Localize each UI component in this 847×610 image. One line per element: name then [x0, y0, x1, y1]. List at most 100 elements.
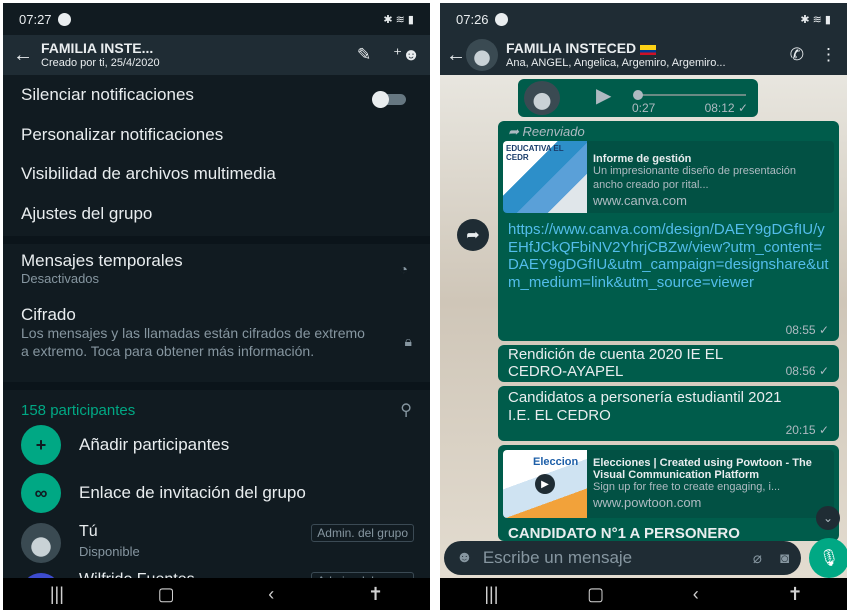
play-icon[interactable]: ▶ [596, 83, 611, 108]
add-participant-icon[interactable]: ⁺☻ [393, 45, 420, 65]
group-settings-row[interactable]: Ajustes del grupo [3, 204, 430, 224]
back-nav-icon[interactable]: ‹ [693, 584, 699, 605]
media-visibility-label: Visibilidad de archivos multimedia [21, 164, 276, 183]
group-info-screen: 07:27 ✱ ≋ ▮ ← FAMILIA INSTE... Creado po… [3, 3, 430, 610]
disappearing-messages-row[interactable]: Mensajes temporales Desactivados ◔ [3, 251, 430, 287]
video-play-icon[interactable]: ▶ [535, 474, 555, 494]
admin-badge: Admin. del grupo [311, 524, 414, 542]
custom-notifications-row[interactable]: Personalizar notificaciones [3, 125, 430, 145]
system-icons: ✱ ≋ ▮ [383, 13, 414, 26]
preview-thumbnail: Eleccion ▶ [503, 450, 587, 518]
chat-screen: 07:26 ✱ ≋ ▮ ← FAMILIA INSTECED Ana, ANGE… [440, 3, 847, 610]
add-participants-label: Añadir participantes [79, 435, 230, 454]
timer-icon: ◔ [399, 261, 408, 277]
preview-desc: Un impresionante diseño de presentación … [593, 165, 797, 191]
media-visibility-row[interactable]: Visibilidad de archivos multimedia [3, 164, 430, 184]
preview-text: Elecciones | Created using Powtoon - The… [593, 457, 828, 510]
message-text: Candidatos a personería estudiantil 2021… [508, 389, 782, 424]
recent-apps-icon[interactable]: ||| [50, 584, 64, 605]
back-nav-icon[interactable]: ‹ [268, 584, 274, 605]
scroll-down-icon[interactable]: ⌄ [816, 506, 840, 530]
group-title-block: FAMILIA INSTE... Creado por ti, 25/4/202… [41, 41, 335, 68]
message-time: 08:56 ✓ [785, 364, 829, 378]
preview-text: Informe de gestión Un impresionante dise… [593, 153, 828, 208]
back-arrow-icon[interactable]: ← [13, 44, 41, 67]
system-icons: ✱ ≋ ▮ [800, 13, 831, 26]
message-time: 08:12 ✓ [704, 101, 748, 115]
disappearing-value: Desactivados [21, 271, 100, 286]
accessibility-icon[interactable]: ✝ [368, 584, 383, 605]
group-settings-label: Ajustes del grupo [21, 204, 153, 223]
text-message-bubble[interactable]: Rendición de cuenta 2020 IE EL CEDRO-AYA… [498, 345, 839, 382]
system-nav-bar: ||| ▢ ‹ ✝ [440, 578, 847, 610]
mute-toggle[interactable] [372, 91, 406, 108]
encryption-desc: Los mensajes y las llamadas están cifrad… [21, 325, 365, 359]
text-message-bubble[interactable]: Candidatos a personería estudiantil 2021… [498, 386, 839, 441]
add-participants-row[interactable]: + Añadir participantes [3, 424, 430, 466]
attach-icon[interactable]: ⌀ [753, 549, 762, 567]
powtoon-link-bubble[interactable]: Eleccion ▶ Elecciones | Created using Po… [498, 445, 839, 541]
invite-link-label: Enlace de invitación del grupo [79, 483, 306, 502]
audio-progress-thumb[interactable] [633, 90, 643, 100]
more-options-icon[interactable]: ⋮ [820, 45, 837, 65]
status-bar: 07:27 ✱ ≋ ▮ [3, 3, 430, 35]
message-time: 08:55 ✓ [785, 323, 829, 337]
invite-link-row[interactable]: ∞ Enlace de invitación del grupo [3, 472, 430, 514]
home-icon[interactable]: ▢ [587, 584, 604, 605]
group-name: FAMILIA INSTE... [41, 41, 154, 57]
edit-pencil-icon[interactable]: ✎ [357, 45, 371, 65]
participant-row[interactable]: Tú Disponible Admin. del grupo [3, 521, 430, 565]
participants-header: 158 participantes ⚲ [3, 402, 430, 420]
app-bar: ← FAMILIA INSTE... Creado por ti, 25/4/2… [3, 35, 430, 75]
clock: 07:26 [456, 11, 489, 27]
chat-title-block[interactable]: FAMILIA INSTECED Ana, ANGEL, Angelica, A… [506, 41, 778, 68]
message-time: 20:15 ✓ [785, 423, 829, 437]
microphone-icon[interactable]: 🎙︎ [809, 538, 847, 578]
notification-icon [494, 12, 508, 26]
preview-title: Informe de gestión [593, 153, 692, 165]
message-url[interactable]: https://www.canva.com/design/DAEY9gDGfIU… [508, 221, 829, 291]
lock-icon: 🔒︎ [404, 333, 412, 349]
preview-thumbnail: EDUCATIVA EL CEDR [503, 141, 587, 213]
voice-message-bubble[interactable]: ▶ 0:27 08:12 ✓ [518, 79, 758, 117]
encryption-row[interactable]: Cifrado Los mensajes y las llamadas está… [3, 305, 430, 360]
preview-domain: www.canva.com [593, 192, 687, 208]
search-icon[interactable]: ⚲ [400, 400, 412, 420]
link-icon: ∞ [21, 473, 61, 513]
add-call-icon[interactable]: ✆ [790, 45, 804, 65]
custom-notifications-label: Personalizar notificaciones [21, 125, 224, 144]
divider [3, 382, 430, 390]
mute-notifications-row[interactable]: Silenciar notificaciones [3, 85, 430, 113]
home-icon[interactable]: ▢ [158, 584, 175, 605]
recent-apps-icon[interactable]: ||| [484, 584, 498, 605]
link-preview[interactable]: EDUCATIVA EL CEDR Informe de gestión Un … [503, 141, 834, 213]
emoji-icon[interactable]: ☻ [456, 549, 473, 567]
participant-name: Tú [79, 523, 98, 540]
clock: 07:27 [19, 11, 52, 27]
back-arrow-icon[interactable]: ← [446, 44, 466, 67]
chat-title-text: FAMILIA INSTECED [506, 41, 637, 57]
chat-members: Ana, ANGEL, Angelica, Argemiro, Argemiro… [506, 56, 726, 69]
voice-duration: 0:27 [632, 101, 656, 115]
forwarded-link-bubble[interactable]: ➦ Reenviado EDUCATIVA EL CEDR Informe de… [498, 121, 839, 341]
message-text: Rendición de cuenta 2020 IE EL CEDRO-AYA… [508, 346, 723, 380]
audio-progress-track[interactable] [636, 94, 746, 96]
preview-desc: Sign up for free to create engaging, i..… [593, 481, 781, 493]
forwarded-label-row: ➦ Reenviado [508, 124, 585, 139]
message-composer[interactable]: ☻ Escribe un mensaje ⌀ ◙ [444, 541, 801, 575]
system-nav-bar: ||| ▢ ‹ ✝ [3, 578, 430, 610]
mute-label: Silenciar notificaciones [21, 85, 194, 104]
group-avatar[interactable] [466, 39, 498, 71]
accessibility-icon[interactable]: ✝ [788, 584, 803, 605]
message-input[interactable]: Escribe un mensaje [483, 548, 753, 568]
avatar [21, 523, 61, 563]
notification-icon [57, 12, 71, 26]
disappearing-title: Mensajes temporales [21, 251, 183, 270]
sender-avatar [524, 81, 560, 115]
preview-title: Elecciones | Created using Powtoon - The… [593, 457, 812, 481]
link-preview[interactable]: Eleccion ▶ Elecciones | Created using Po… [503, 450, 834, 518]
camera-icon[interactable]: ◙ [780, 550, 789, 567]
colombia-flag-icon [640, 44, 657, 55]
group-created: Creado por ti, 25/4/2020 [41, 56, 160, 69]
forward-icon[interactable]: ➦ [457, 219, 489, 251]
